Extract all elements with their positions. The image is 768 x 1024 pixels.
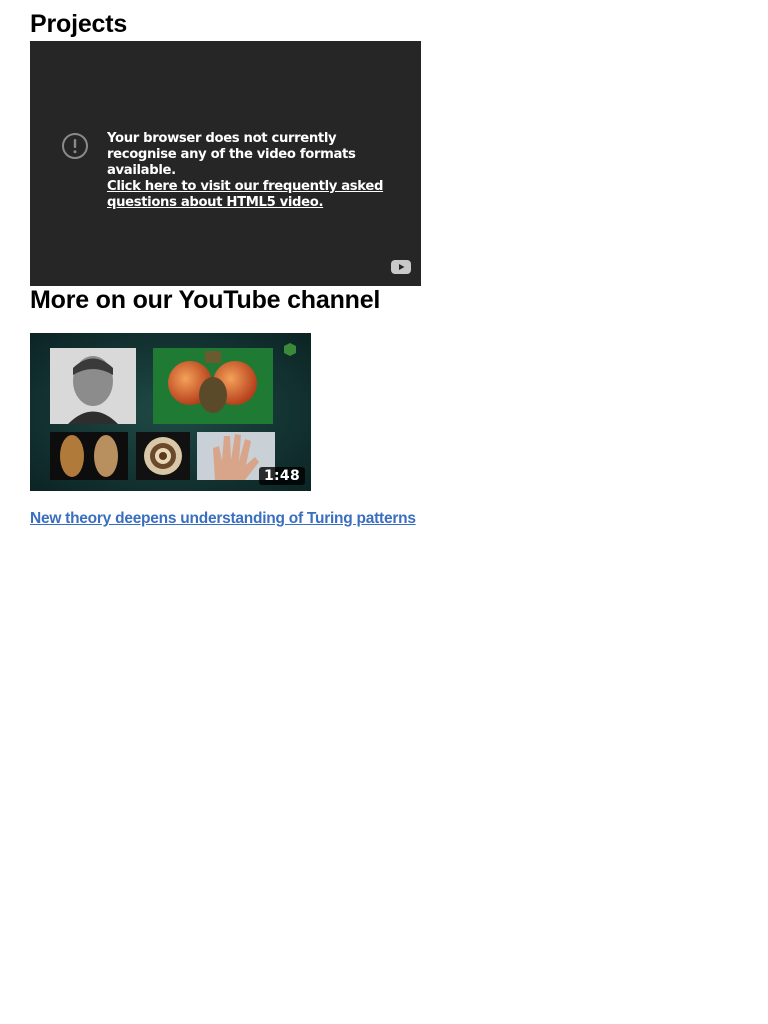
- video-error-message: Your browser does not currently recognis…: [61, 131, 391, 211]
- video-thumbnail[interactable]: 1:48: [30, 333, 311, 491]
- error-text: Your browser does not currently recognis…: [107, 131, 356, 178]
- youtube-icon[interactable]: [391, 260, 411, 274]
- youtube-channel-heading: More on our YouTube channel: [30, 286, 381, 314]
- video-duration-badge: 1:48: [258, 467, 305, 485]
- html5-video-faq-link[interactable]: Click here to visit our frequently asked…: [107, 179, 391, 211]
- projects-heading: Projects: [30, 10, 128, 38]
- video-player[interactable]: Your browser does not currently recognis…: [30, 41, 421, 286]
- error-text-block: Your browser does not currently recognis…: [107, 131, 391, 211]
- video-title-link[interactable]: New theory deepens understanding of Turi…: [30, 510, 416, 528]
- exclamation-circle-icon: [62, 133, 88, 159]
